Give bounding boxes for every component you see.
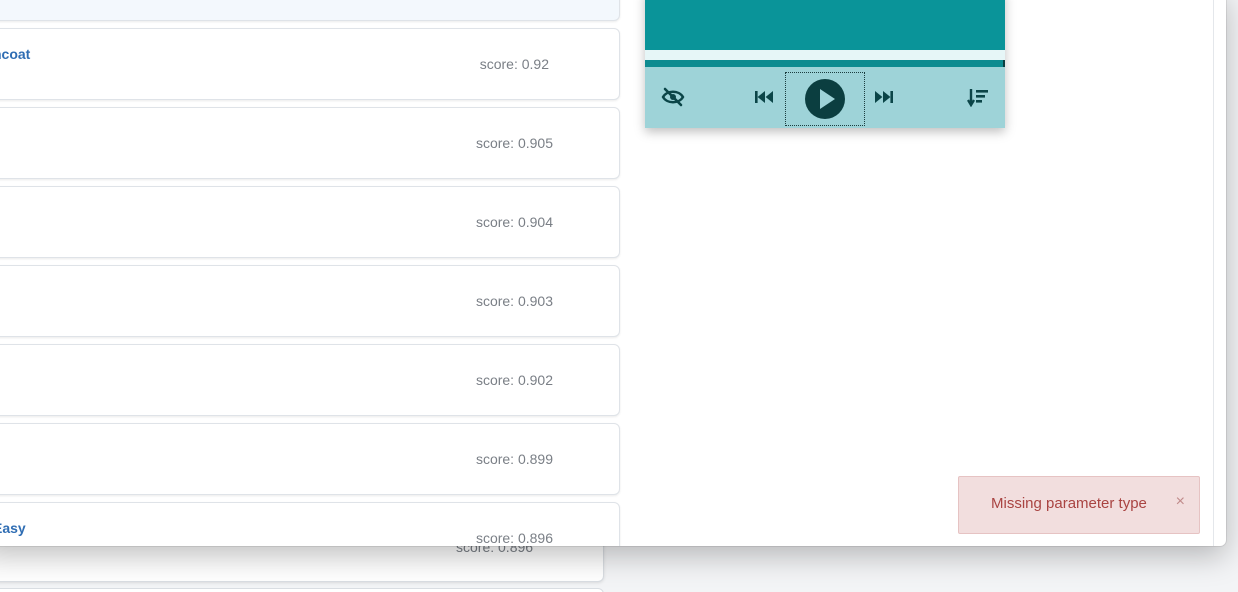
result-card-top[interactable] [0, 0, 620, 21]
error-toast: Missing parameter type × [958, 476, 1200, 534]
result-score: score: 0.904 [475, 214, 553, 230]
close-icon[interactable]: × [1176, 493, 1185, 511]
progress-bar-end [1003, 60, 1005, 67]
result-score: score: 0.905 [475, 135, 553, 151]
skip-forward-icon[interactable] [872, 86, 896, 108]
background-result-card-2 [0, 588, 604, 592]
result-card[interactable]: score: 0.904 [0, 186, 620, 258]
player-controls [645, 67, 1005, 128]
result-card[interactable]: score: 0.902 [0, 344, 620, 416]
window-right-border [1213, 0, 1214, 546]
sort-icon[interactable] [965, 85, 991, 109]
result-title[interactable]: Easy [0, 520, 26, 536]
result-card[interactable]: ncoat score: 0.92 [0, 28, 620, 100]
result-title[interactable]: ncoat [0, 46, 30, 62]
result-score: score: 0.92 [479, 56, 549, 72]
eye-off-icon[interactable] [659, 85, 687, 109]
result-score: score: 0.903 [475, 293, 553, 309]
results-list: ncoat score: 0.92 score: 0.905 score: 0.… [0, 0, 620, 546]
result-score: score: 0.896 [475, 530, 553, 546]
progress-bar[interactable] [645, 60, 1005, 67]
video-strip [645, 50, 1005, 60]
toast-message: Missing parameter type [991, 495, 1147, 512]
play-icon[interactable] [803, 79, 847, 119]
result-card[interactable]: score: 0.903 [0, 265, 620, 337]
skip-back-icon[interactable] [752, 86, 776, 108]
result-card[interactable]: Easy score: 0.896 [0, 502, 620, 546]
main-window: ncoat score: 0.92 score: 0.905 score: 0.… [0, 0, 1226, 546]
result-card[interactable]: score: 0.899 [0, 423, 620, 495]
result-card[interactable]: score: 0.905 [0, 107, 620, 179]
media-player [645, 0, 1005, 128]
result-score: score: 0.902 [475, 372, 553, 388]
video-area[interactable] [645, 0, 1005, 50]
result-score: score: 0.899 [475, 451, 553, 467]
